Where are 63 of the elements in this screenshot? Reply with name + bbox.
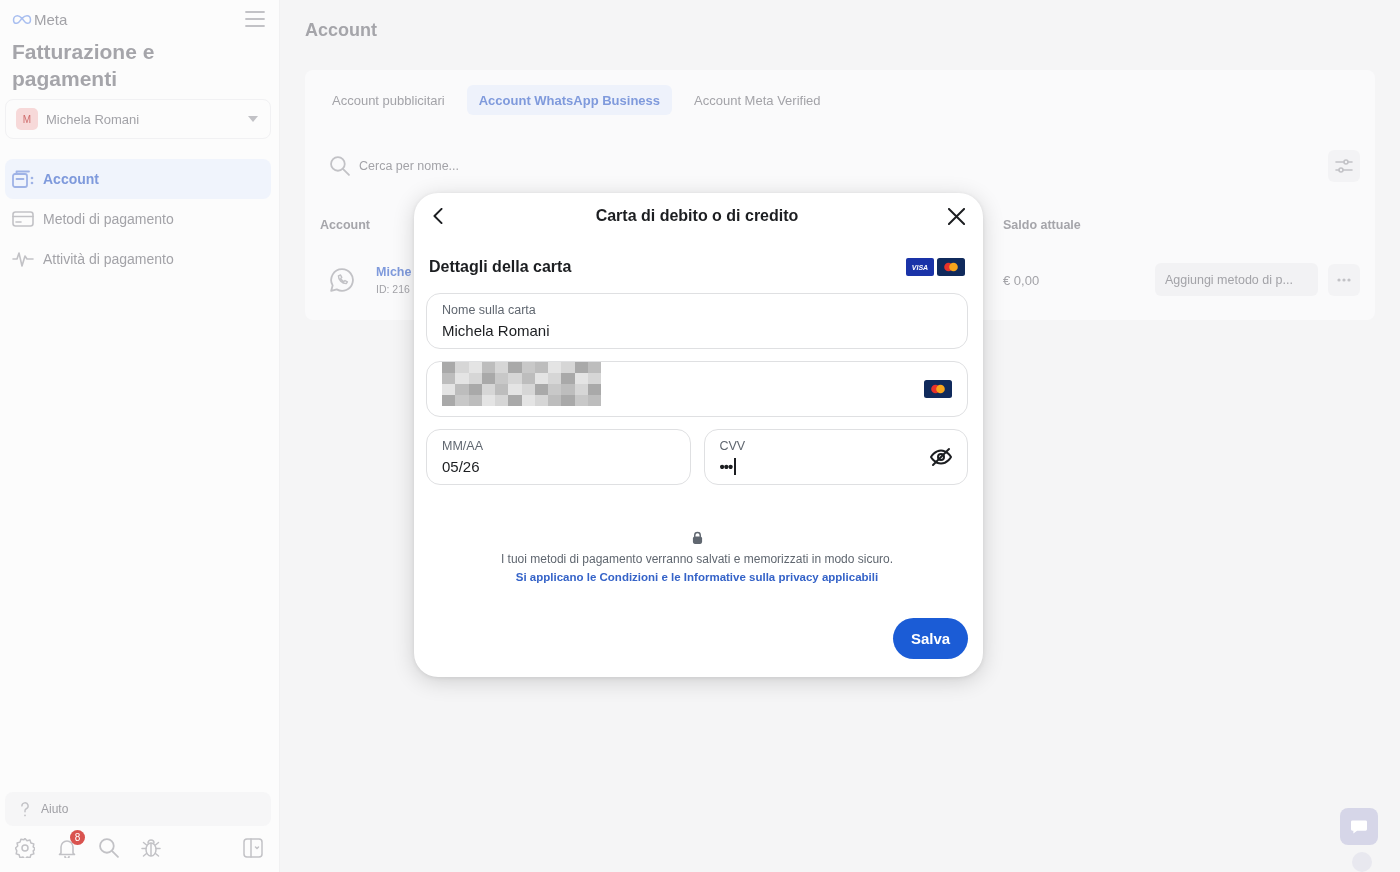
search-field[interactable]: Cerca per nome... (357, 152, 1320, 180)
notifications-button[interactable]: 8 (49, 830, 85, 866)
two-circles-card-icon (924, 380, 952, 398)
split-panel-icon (243, 838, 263, 858)
pulse-line-icon (12, 251, 34, 267)
tab[interactable]: Account Meta Verified (682, 85, 833, 115)
question-mark-icon (19, 801, 31, 817)
field-value: 05/26 (442, 457, 481, 476)
close-icon (947, 207, 965, 225)
field-label: Nome sulla carta (442, 302, 537, 318)
bug-icon (141, 838, 161, 858)
logo-text: Meta (34, 10, 68, 28)
avatar: M (16, 108, 38, 130)
sidebar-title: Fatturazione e pagamenti (12, 39, 156, 92)
add-method-button[interactable]: Aggiungi metodo di p... (1155, 263, 1318, 296)
tab[interactable]: Account pubblicitari (320, 85, 457, 115)
lock-icon (691, 531, 703, 544)
account-name-link[interactable]: Miche (376, 264, 412, 280)
expiry-field[interactable]: MM/AA 05/26 (426, 429, 691, 485)
card-number-field[interactable] (426, 361, 968, 417)
tab[interactable]: Account WhatsApp Business (466, 85, 673, 115)
account-id: ID: 216 (376, 282, 411, 295)
phone-bubble-icon (330, 267, 354, 292)
terms-link[interactable]: Si applicano le Condizioni e le Informative sulla privacy applicabili (515, 568, 879, 586)
nav-item[interactable]: Attività di pagamento (5, 239, 271, 279)
section-title: Dettagli della carta (429, 258, 572, 276)
menu-button[interactable] (245, 10, 265, 28)
search-icon (99, 838, 119, 858)
field-label: CVV (719, 438, 746, 454)
sliders-icon (1335, 158, 1353, 174)
field-value: Michela Romani (442, 321, 551, 340)
infinity-icon (12, 13, 32, 25)
more-icon (1337, 277, 1351, 282)
caret-icon (248, 116, 258, 122)
chevron-left-icon (433, 208, 443, 224)
nav-item[interactable]: Account (5, 159, 271, 199)
cvv-field[interactable]: CVV ••• (703, 429, 968, 485)
notification-badge: 8 (70, 830, 85, 845)
speech-bubble-icon (1351, 819, 1367, 834)
help-item[interactable]: Aiuto (5, 792, 271, 826)
search-icon (330, 156, 350, 176)
account-selector[interactable]: M Michela Romani (5, 99, 271, 139)
bell-icon (57, 838, 77, 858)
name-field[interactable]: Nome sulla carta Michela Romani (426, 293, 968, 349)
nav-item[interactable]: Metodi di pagamento (5, 199, 271, 239)
security-notice: I tuoi metodi di pagamento verranno salvati e memorizzati in modo sicuro. (500, 551, 894, 568)
page-title: Account (305, 19, 378, 42)
settings-icon (15, 838, 35, 858)
field-value: ••• (719, 457, 733, 476)
eye-slash-icon[interactable] (930, 447, 952, 467)
field-label: MM/AA (442, 438, 484, 454)
credit-card-icon (12, 211, 34, 227)
save-button[interactable]: Salva (893, 618, 968, 659)
window-stack-icon (12, 170, 34, 188)
dialog-title: Carta di debito o di credito (594, 207, 800, 225)
filter-button[interactable] (1328, 150, 1360, 182)
menu-icon (245, 10, 265, 28)
column-header: Saldo attuale (1003, 218, 1081, 232)
chat-button[interactable] (1340, 808, 1378, 845)
balance-text: € 0,00 (1003, 272, 1040, 288)
two-circles-card-icon (937, 258, 965, 276)
more-button[interactable] (1328, 263, 1360, 296)
column-header: Account (320, 218, 370, 232)
